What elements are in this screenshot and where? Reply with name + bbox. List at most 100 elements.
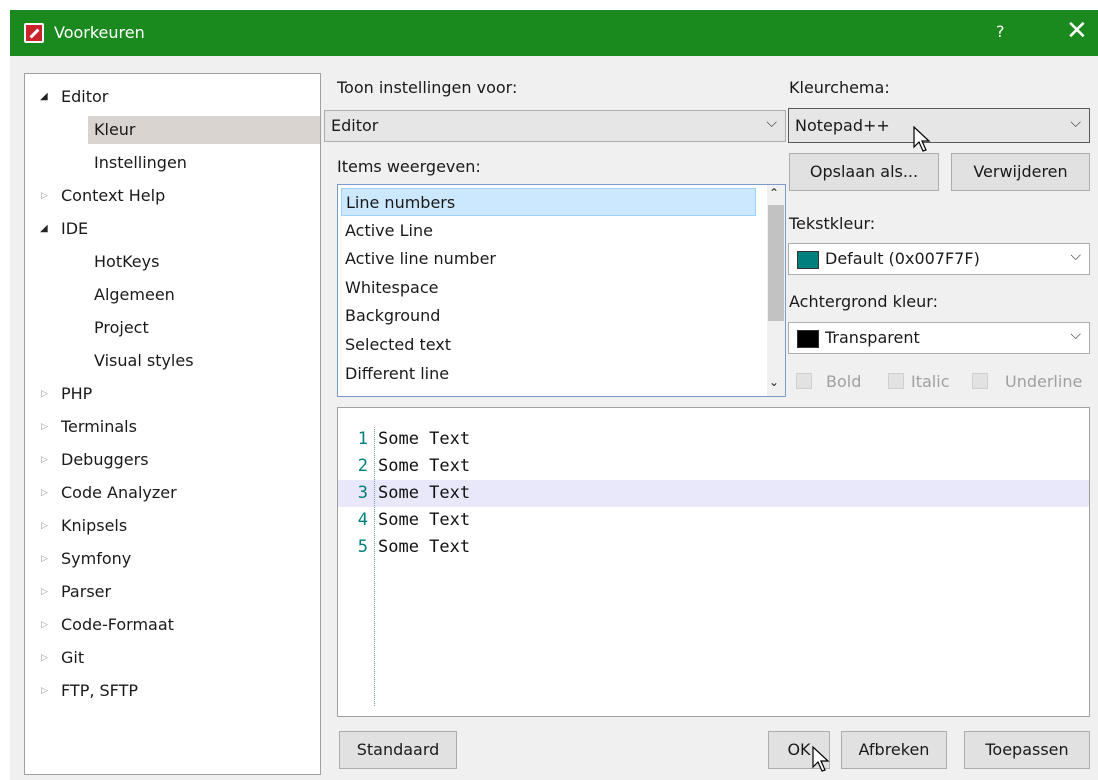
window-title: Voorkeuren	[54, 23, 145, 42]
list-item[interactable]: Background	[341, 302, 756, 330]
chevron-down-icon: ⌵	[1070, 115, 1081, 131]
collapse-arrow-icon[interactable]: ▷	[41, 182, 48, 210]
line-number: 1	[357, 429, 368, 449]
italic-checkbox[interactable]	[888, 373, 904, 389]
collapse-arrow-icon[interactable]: ▷	[41, 644, 48, 672]
tree-item-ftp-sftp[interactable]: FTP, SFTP	[61, 677, 138, 705]
mouse-cursor-icon	[913, 126, 931, 152]
underline-checkbox[interactable]	[972, 373, 988, 389]
tree-item-editor[interactable]: Editor	[61, 83, 108, 111]
gutter-divider	[374, 427, 375, 706]
expand-icon[interactable]: ◢	[40, 215, 48, 243]
list-item[interactable]: Active line number	[341, 245, 756, 273]
code-line-active: 3 Some Text	[338, 480, 1089, 507]
code-line: 5 Some Text	[338, 534, 1089, 561]
chevron-down-icon: ⌵	[1070, 248, 1081, 264]
italic-label: Italic	[911, 372, 950, 391]
color-scheme-value: Notepad++	[795, 116, 890, 135]
help-button[interactable]: ?	[996, 22, 1005, 41]
background-color-select[interactable]: Transparent ⌵	[788, 322, 1090, 354]
background-color-label: Achtergrond kleur:	[789, 292, 938, 311]
items-label: Items weergeven:	[337, 157, 481, 176]
scroll-up-icon[interactable]: ⌃	[769, 186, 779, 200]
color-scheme-select[interactable]: Notepad++ ⌵	[788, 108, 1090, 143]
code-line: 4 Some Text	[338, 507, 1089, 534]
code-text: Some Text	[378, 483, 471, 503]
tree-item-context-help[interactable]: Context Help	[61, 182, 165, 210]
tree-item-terminals[interactable]: Terminals	[61, 413, 137, 441]
save-as-button[interactable]: Opslaan als...	[789, 153, 939, 191]
line-number: 5	[357, 537, 368, 557]
code-text: Some Text	[378, 510, 471, 530]
tree-item-kleur[interactable]: Kleur	[88, 116, 320, 144]
text-color-swatch	[797, 251, 819, 269]
code-text: Some Text	[378, 537, 471, 557]
show-settings-label: Toon instellingen voor:	[337, 78, 518, 97]
default-button[interactable]: Standaard	[339, 731, 457, 769]
title-bar: Voorkeuren ? ✕	[10, 10, 1098, 56]
close-button[interactable]: ✕	[1066, 16, 1088, 46]
line-number: 3	[357, 483, 368, 503]
tree-item-symfony[interactable]: Symfony	[61, 545, 131, 573]
collapse-arrow-icon[interactable]: ▷	[41, 512, 48, 540]
background-color-value: Transparent	[825, 328, 920, 347]
collapse-arrow-icon[interactable]: ▷	[41, 578, 48, 606]
tree-item-visual-styles[interactable]: Visual styles	[94, 347, 194, 375]
code-line: 2 Some Text	[338, 453, 1089, 480]
line-number: 4	[357, 510, 368, 530]
tree-item-git[interactable]: Git	[61, 644, 84, 672]
text-color-value: Default (0x007F7F)	[825, 249, 980, 268]
collapse-arrow-icon[interactable]: ▷	[41, 446, 48, 474]
tree-item-php[interactable]: PHP	[61, 380, 92, 408]
collapse-arrow-icon[interactable]: ▷	[41, 479, 48, 507]
chevron-down-icon: ⌵	[1070, 327, 1081, 343]
collapse-arrow-icon[interactable]: ▷	[41, 413, 48, 441]
list-scrollbar[interactable]: ⌃ ⌄	[767, 185, 785, 396]
collapse-arrow-icon[interactable]: ▷	[41, 611, 48, 639]
collapse-arrow-icon[interactable]: ▷	[41, 380, 48, 408]
tree-item-knipsels[interactable]: Knipsels	[61, 512, 127, 540]
list-item[interactable]: Line numbers	[341, 188, 756, 216]
items-listbox[interactable]: Line numbers Active Line Active line num…	[337, 184, 786, 397]
bold-label: Bold	[826, 372, 862, 391]
app-icon	[24, 23, 44, 43]
text-color-select[interactable]: Default (0x007F7F) ⌵	[788, 243, 1090, 275]
tree-item-debuggers[interactable]: Debuggers	[61, 446, 149, 474]
code-preview: 1 Some Text 2 Some Text 3 Some Text 4 So…	[337, 407, 1090, 717]
underline-label: Underline	[1005, 372, 1083, 391]
delete-button[interactable]: Verwijderen	[951, 153, 1090, 191]
tree-item-hotkeys[interactable]: HotKeys	[94, 248, 159, 276]
category-tree[interactable]: ◢ Editor Kleur Instellingen ▷ Context He…	[24, 73, 321, 775]
scroll-thumb[interactable]	[768, 205, 784, 321]
code-line: 1 Some Text	[338, 426, 1089, 453]
show-settings-value: Editor	[331, 116, 379, 135]
tree-item-parser[interactable]: Parser	[61, 578, 111, 606]
expand-icon[interactable]: ◢	[40, 83, 48, 111]
bold-checkbox[interactable]	[796, 373, 812, 389]
code-text: Some Text	[378, 429, 471, 449]
tree-item-code-formaat[interactable]: Code-Formaat	[61, 611, 174, 639]
tree-item-code-analyzer[interactable]: Code Analyzer	[61, 479, 177, 507]
chevron-down-icon: ⌵	[766, 115, 777, 131]
apply-button[interactable]: Toepassen	[964, 731, 1090, 769]
text-color-label: Tekstkleur:	[789, 214, 876, 233]
list-item[interactable]: Whitespace	[341, 274, 756, 302]
show-settings-select[interactable]: Editor ⌵	[324, 110, 786, 142]
list-item[interactable]: Selected text	[341, 331, 756, 359]
list-item[interactable]: Active Line	[341, 217, 756, 245]
tree-item-project[interactable]: Project	[94, 314, 149, 342]
collapse-arrow-icon[interactable]: ▷	[41, 677, 48, 705]
tree-item-instellingen[interactable]: Instellingen	[94, 149, 187, 177]
scroll-down-icon[interactable]: ⌄	[769, 375, 779, 389]
cancel-button[interactable]: Afbreken	[841, 731, 947, 769]
background-color-swatch	[797, 330, 819, 348]
mouse-cursor-icon	[812, 746, 830, 772]
tree-item-ide[interactable]: IDE	[61, 215, 88, 243]
color-scheme-label: Kleurchema:	[789, 78, 890, 97]
preferences-dialog: ◢ Editor Kleur Instellingen ▷ Context He…	[10, 56, 1098, 780]
collapse-arrow-icon[interactable]: ▷	[41, 545, 48, 573]
tree-item-algemeen[interactable]: Algemeen	[94, 281, 175, 309]
code-text: Some Text	[378, 456, 471, 476]
line-number: 2	[357, 456, 368, 476]
list-item[interactable]: Different line	[341, 360, 756, 388]
